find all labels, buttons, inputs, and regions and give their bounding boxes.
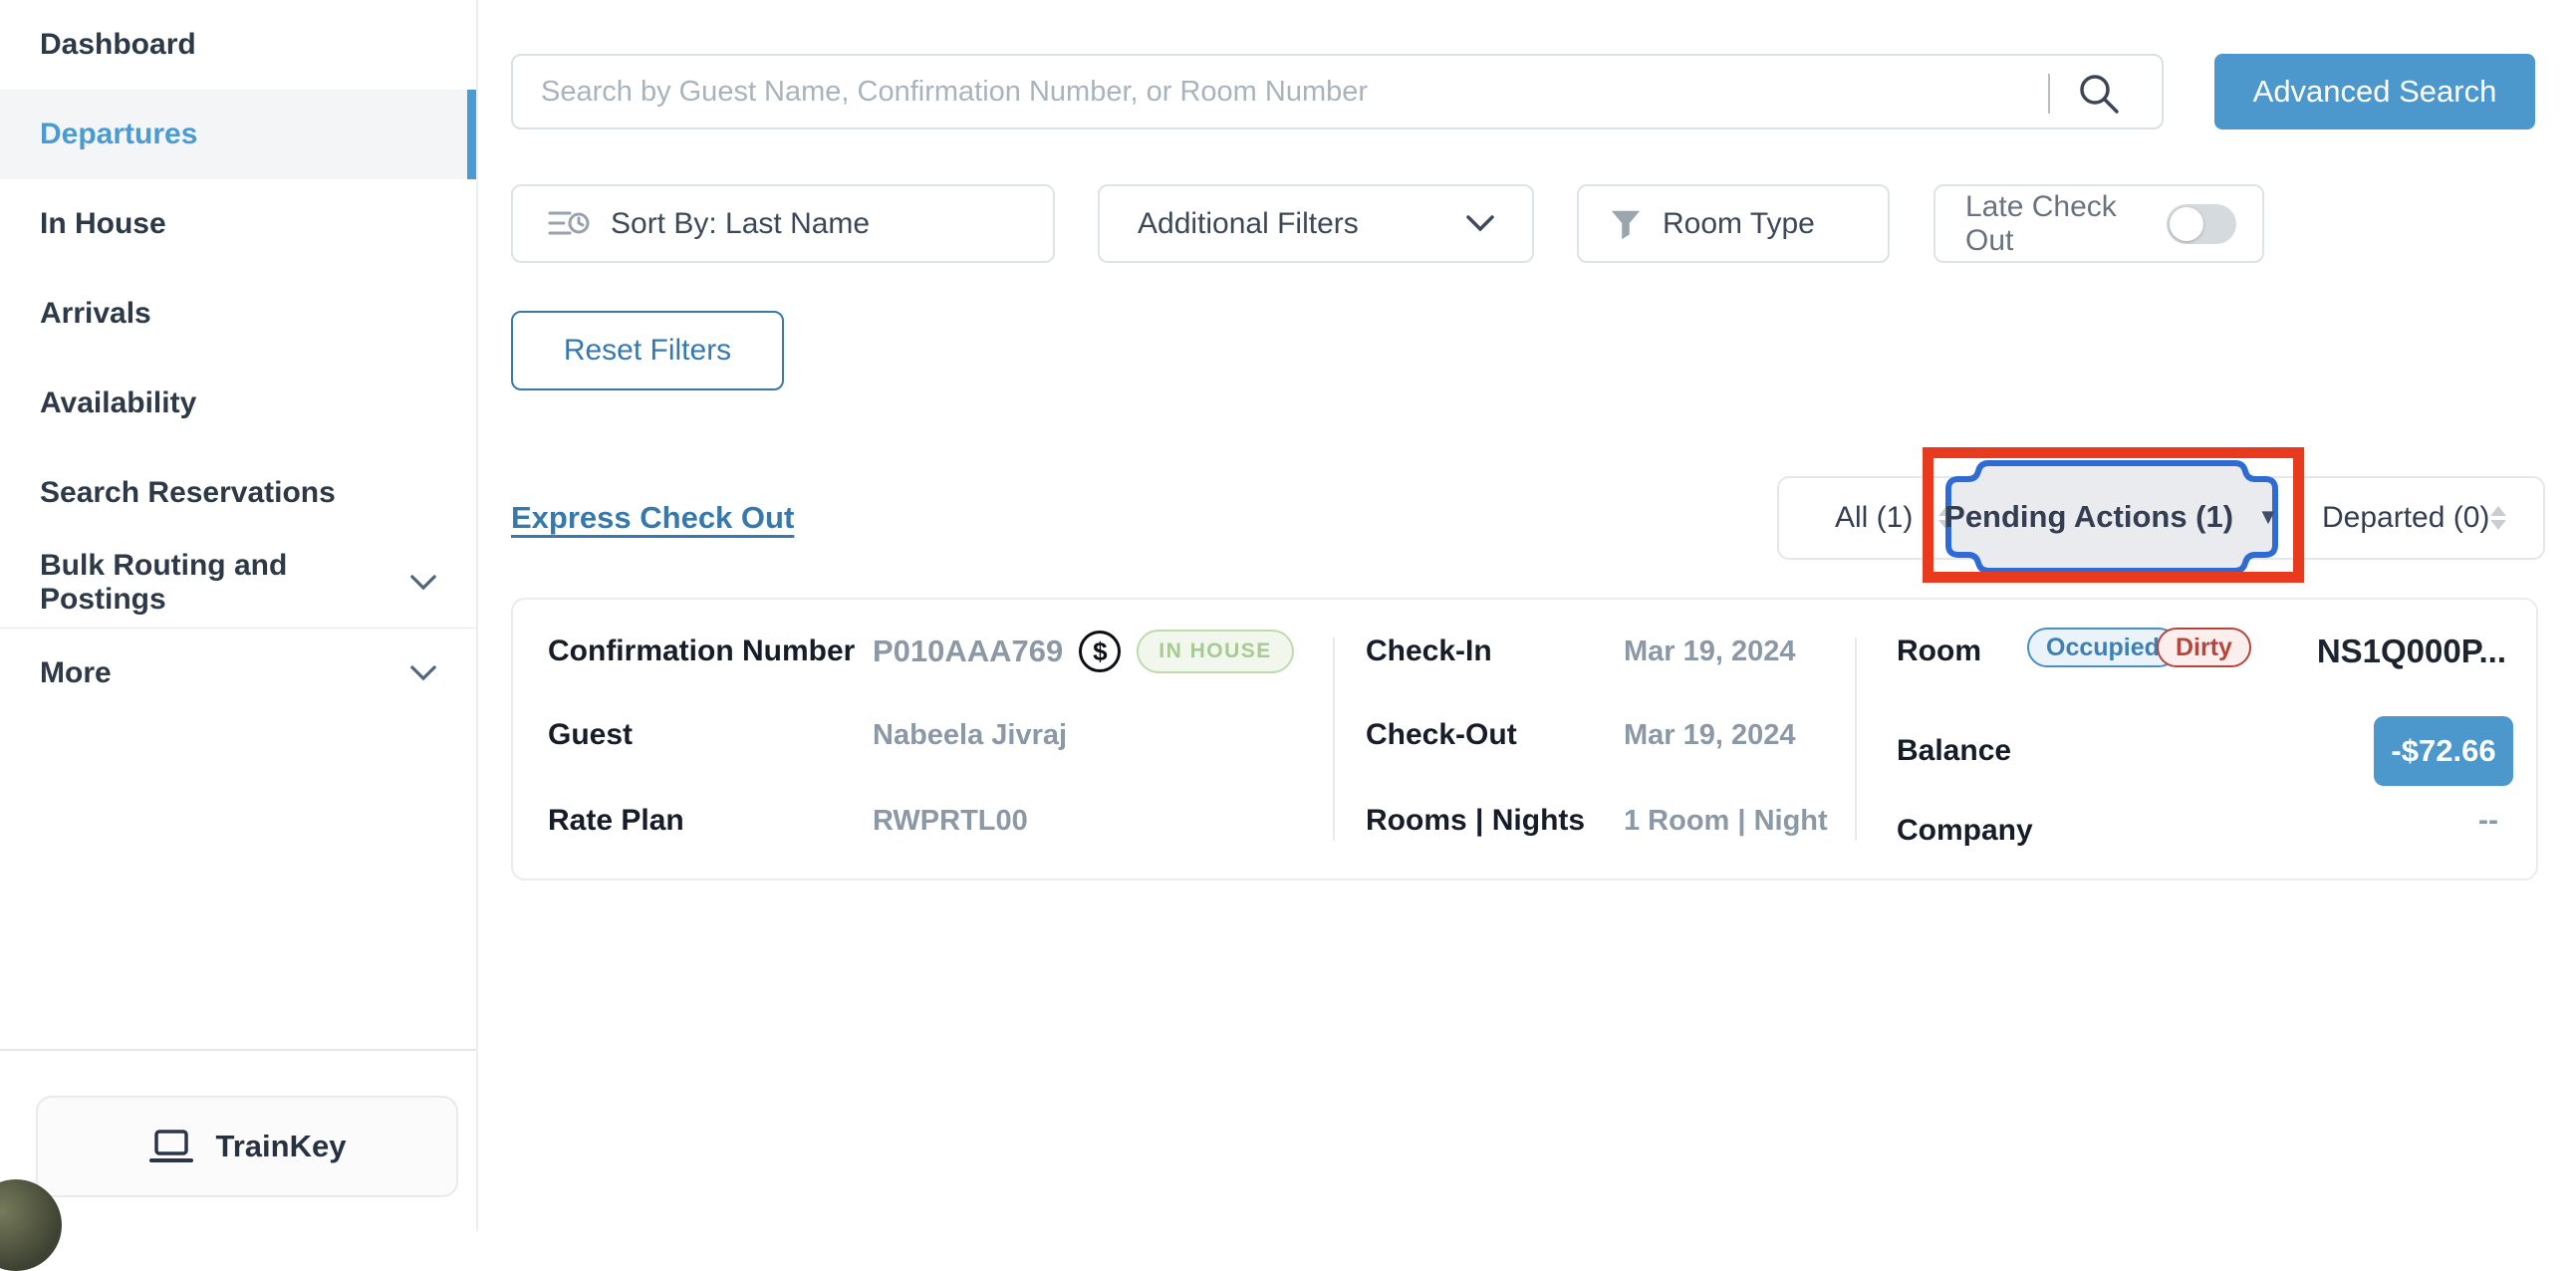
room-number-value: NS1Q000P... bbox=[2317, 628, 2506, 675]
room-type-label: Room Type bbox=[1663, 207, 1815, 241]
caret-down-icon: ▼ bbox=[2257, 506, 2279, 528]
chevron-down-icon bbox=[1466, 215, 1494, 232]
trainkey-button[interactable]: TrainKey bbox=[36, 1096, 458, 1197]
sidebar-footer-divider bbox=[0, 1049, 476, 1051]
rooms-nights-value: 1 Room | Night bbox=[1624, 797, 1828, 845]
in-house-badge: IN HOUSE bbox=[1137, 630, 1294, 673]
sort-by-label: Sort By: Last Name bbox=[611, 207, 870, 241]
room-label: Room bbox=[1897, 628, 1981, 675]
sidebar-item-bulk-routing[interactable]: Bulk Routing and Postings bbox=[0, 538, 476, 628]
advanced-search-button[interactable]: Advanced Search bbox=[2214, 54, 2535, 129]
sidebar-item-availability[interactable]: Availability bbox=[0, 359, 476, 448]
card-divider bbox=[1855, 637, 1857, 841]
sidebar-item-search-reservations[interactable]: Search Reservations bbox=[0, 448, 476, 538]
sort-arrows-icon[interactable] bbox=[2490, 506, 2506, 530]
toggle-knob bbox=[2170, 207, 2203, 241]
sidebar-item-label: Search Reservations bbox=[40, 476, 336, 510]
trainkey-label: TrainKey bbox=[216, 1129, 347, 1164]
chevron-down-icon bbox=[410, 575, 436, 591]
check-out-label: Check-Out bbox=[1366, 711, 1517, 759]
reservation-card[interactable]: Confirmation Number P010AAA769 $ IN HOUS… bbox=[511, 598, 2538, 881]
sort-icon bbox=[547, 204, 591, 244]
sidebar-item-label: Departures bbox=[40, 118, 197, 151]
search-box bbox=[511, 54, 2164, 129]
laptop-icon bbox=[148, 1129, 194, 1164]
sidebar-item-more[interactable]: More bbox=[0, 629, 476, 718]
filter-funnel-icon bbox=[1609, 206, 1643, 242]
additional-filters-label: Additional Filters bbox=[1138, 207, 1359, 241]
dollar-icon[interactable]: $ bbox=[1079, 631, 1121, 672]
express-check-out-link[interactable]: Express Check Out bbox=[511, 500, 794, 536]
guest-label: Guest bbox=[548, 711, 633, 759]
rate-plan-value: RWPRTL00 bbox=[873, 797, 1028, 845]
balance-chip[interactable]: -$72.66 bbox=[2374, 716, 2513, 786]
late-checkout-label: Late Check Out bbox=[1965, 190, 2167, 258]
tab-all[interactable]: All (1) bbox=[1835, 478, 1913, 558]
check-in-label: Check-In bbox=[1366, 628, 1492, 675]
sidebar: Dashboard Departures In House Arrivals A… bbox=[0, 0, 478, 1231]
confirmation-number-label: Confirmation Number bbox=[548, 628, 855, 675]
sidebar-item-label: Arrivals bbox=[40, 297, 151, 331]
sidebar-item-label: Availability bbox=[40, 386, 196, 420]
balance-label: Balance bbox=[1897, 727, 2011, 775]
departures-page: Dashboard Departures In House Arrivals A… bbox=[0, 0, 2576, 1231]
sidebar-item-departures[interactable]: Departures bbox=[0, 90, 476, 179]
sidebar-item-dashboard[interactable]: Dashboard bbox=[0, 0, 476, 90]
tab-pending-actions[interactable]: Pending Actions (1) ▼ bbox=[1944, 460, 2279, 574]
guest-value: Nabeela Jivraj bbox=[873, 711, 1067, 759]
card-divider bbox=[1333, 637, 1335, 841]
reset-filters-button[interactable]: Reset Filters bbox=[511, 311, 784, 390]
rate-plan-label: Rate Plan bbox=[548, 797, 684, 845]
sidebar-item-arrivals[interactable]: Arrivals bbox=[0, 269, 476, 359]
main-content: Advanced Search Sort By: Last Name Addit… bbox=[478, 0, 2576, 1231]
tab-pending-label: Pending Actions (1) bbox=[1944, 499, 2233, 535]
search-icon[interactable] bbox=[2076, 71, 2122, 117]
late-checkout-filter: Late Check Out bbox=[1933, 184, 2264, 263]
sidebar-item-label: More bbox=[40, 656, 112, 690]
sort-by-dropdown[interactable]: Sort By: Last Name bbox=[511, 184, 1055, 263]
late-checkout-toggle[interactable] bbox=[2167, 204, 2236, 244]
sidebar-item-label: Dashboard bbox=[40, 28, 196, 62]
confirmation-number-value: P010AAA769 bbox=[873, 634, 1063, 669]
company-label: Company bbox=[1897, 807, 2033, 855]
sidebar-item-in-house[interactable]: In House bbox=[0, 179, 476, 269]
check-in-value: Mar 19, 2024 bbox=[1624, 628, 1796, 675]
sidebar-item-label: In House bbox=[40, 207, 166, 241]
search-divider bbox=[2048, 74, 2050, 114]
room-type-filter[interactable]: Room Type bbox=[1577, 184, 1890, 263]
chevron-down-icon bbox=[410, 665, 436, 681]
additional-filters-dropdown[interactable]: Additional Filters bbox=[1098, 184, 1534, 263]
room-status-dirty-pill: Dirty bbox=[2157, 628, 2251, 667]
search-input[interactable] bbox=[513, 56, 2162, 127]
tab-departed[interactable]: Departed (0) bbox=[2322, 478, 2489, 558]
confirmation-number-row: P010AAA769 $ IN HOUSE bbox=[873, 628, 1294, 675]
rooms-nights-label: Rooms | Nights bbox=[1366, 797, 1585, 845]
sidebar-item-label: Bulk Routing and Postings bbox=[40, 549, 410, 617]
company-value: -- bbox=[2478, 797, 2498, 845]
check-out-value: Mar 19, 2024 bbox=[1624, 711, 1796, 759]
